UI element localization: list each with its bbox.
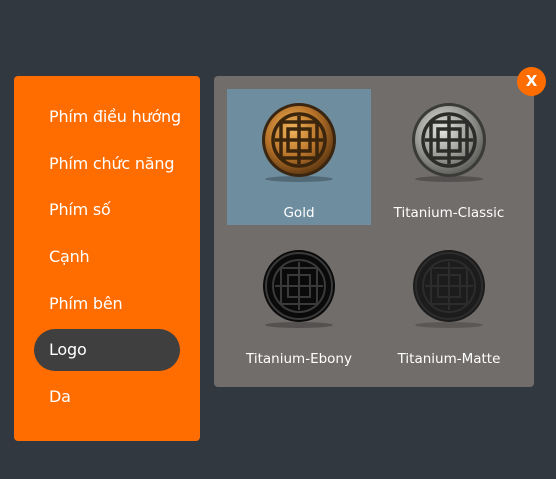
titanium-matte-emblem-icon: [413, 250, 485, 328]
logo-option-gold[interactable]: Gold: [227, 89, 371, 225]
gold-emblem-icon: [262, 103, 336, 182]
titanium-classic-emblem-icon: [412, 103, 486, 182]
close-button[interactable]: X: [517, 67, 546, 96]
category-menu: Phím điều hướng Phím chức năng Phím số C…: [14, 76, 200, 441]
menu-item-logo[interactable]: Logo: [34, 329, 180, 371]
menu-item-function-keys[interactable]: Phím chức năng: [34, 143, 180, 185]
menu-item-number-keys[interactable]: Phím số: [34, 189, 180, 231]
logo-option-label: Gold: [283, 205, 315, 221]
titanium-ebony-emblem-icon: [263, 250, 335, 328]
logo-option-label: Titanium-Classic: [393, 205, 505, 221]
logo-option-label: Titanium-Ebony: [246, 351, 352, 367]
menu-item-navigation-keys[interactable]: Phím điều hướng: [34, 96, 181, 138]
menu-item-side-keys[interactable]: Phím bên: [34, 283, 180, 325]
logo-options-panel: Gold Titanium-Classic Titanium-Ebony Tit…: [214, 76, 534, 387]
menu-item-edge[interactable]: Cạnh: [34, 236, 180, 278]
logo-option-label: Titanium-Matte: [397, 351, 501, 367]
logo-customizer: Phím điều hướng Phím chức năng Phím số C…: [0, 0, 556, 479]
menu-item-skin[interactable]: Da: [34, 376, 180, 418]
logo-option-titanium-classic[interactable]: Titanium-Classic: [377, 89, 521, 225]
logo-option-titanium-ebony[interactable]: Titanium-Ebony: [227, 235, 371, 371]
logo-option-titanium-matte[interactable]: Titanium-Matte: [377, 235, 521, 371]
